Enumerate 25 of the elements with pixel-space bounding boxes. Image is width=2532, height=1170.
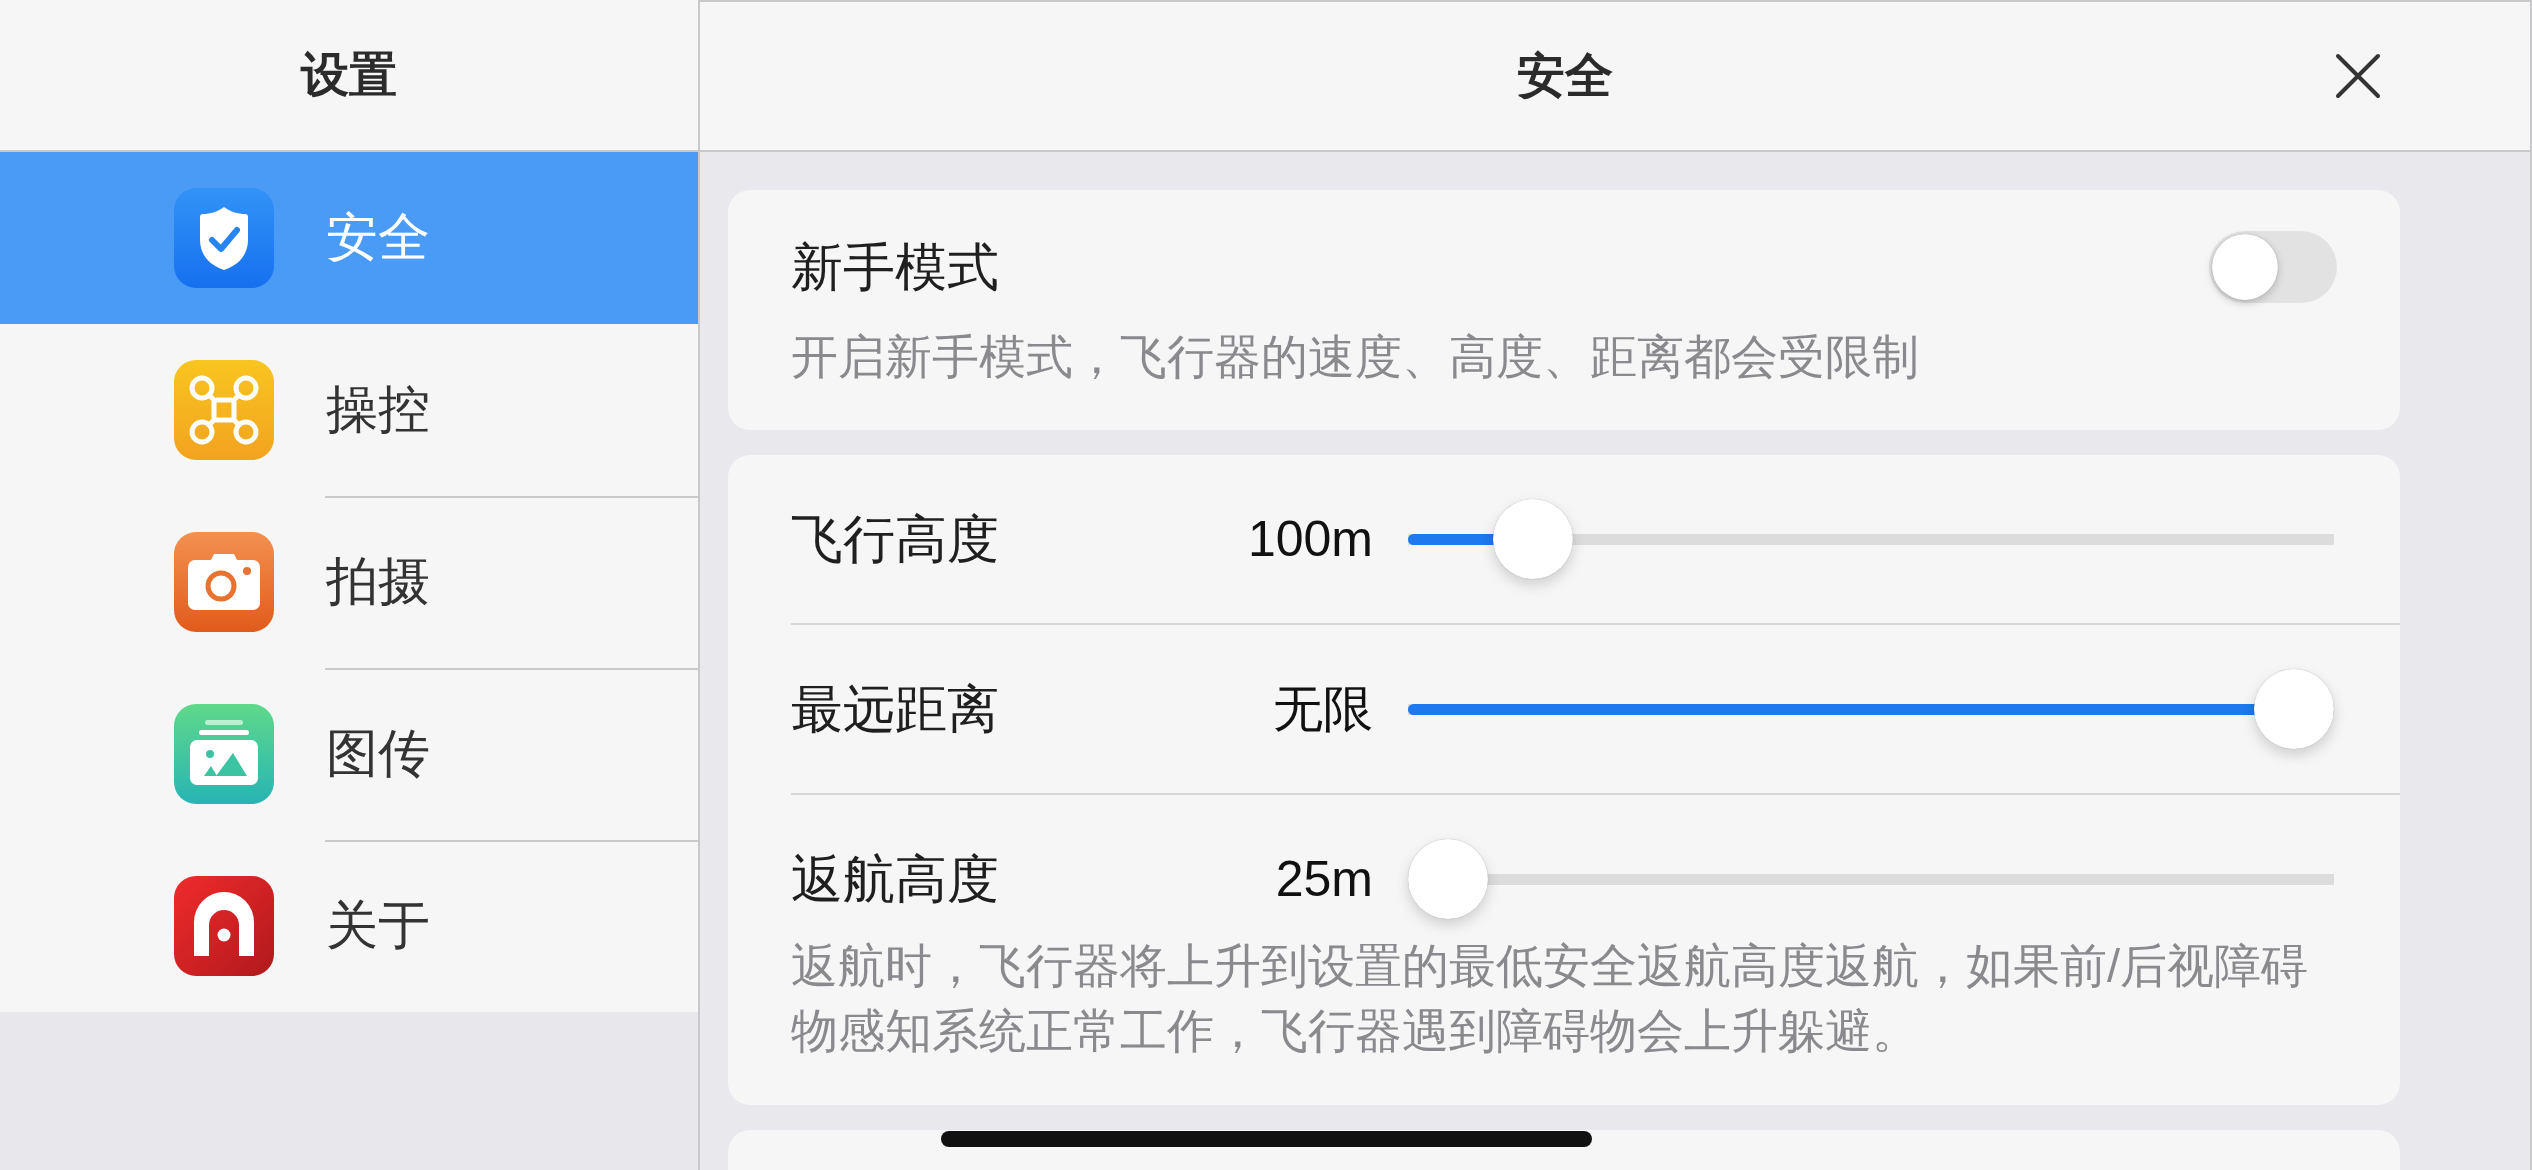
sidebar-item[interactable]: 拍摄 — [0, 496, 698, 668]
camera-icon — [174, 532, 274, 632]
setting-label: 最远距离 — [791, 679, 1000, 739]
close-icon[interactable] — [2335, 53, 2381, 99]
slider-thumb[interactable] — [2254, 669, 2334, 749]
sidebar-item[interactable]: 关于 — [0, 840, 698, 1012]
setting-label: 新手模式 — [791, 237, 1000, 298]
help-text: 返航时，飞行器将上升到设置的最低安全返航高度返航，如果前/后视障碍物感知系统正常工作，飞行器遇到障碍物会上升躲避。 — [791, 938, 2310, 1059]
sidebar-title: 设置 — [301, 47, 397, 103]
setting-label: 飞行高度 — [791, 509, 1000, 569]
sidebar-item[interactable]: 操控 — [0, 324, 698, 496]
drone-icon — [174, 360, 274, 460]
panel-title: 安全 — [1517, 48, 1613, 104]
toggle-switch[interactable] — [2209, 231, 2337, 303]
slider-value: 无限 — [1272, 679, 1373, 739]
slider-thumb[interactable] — [1492, 499, 1573, 579]
setting-label: 返航高度 — [791, 849, 1000, 909]
shield-check-icon — [174, 188, 274, 288]
arch-icon — [174, 876, 274, 976]
image-icon — [174, 704, 274, 804]
slider-value: 25m — [1274, 850, 1373, 908]
slider-value: 100m — [1246, 510, 1373, 568]
sidebar-item[interactable]: 图传 — [0, 668, 698, 840]
setting-description: 开启新手模式，飞行器的速度、高度、距离都会受限制 — [791, 329, 1920, 385]
slider-thumb[interactable] — [1408, 839, 1488, 919]
